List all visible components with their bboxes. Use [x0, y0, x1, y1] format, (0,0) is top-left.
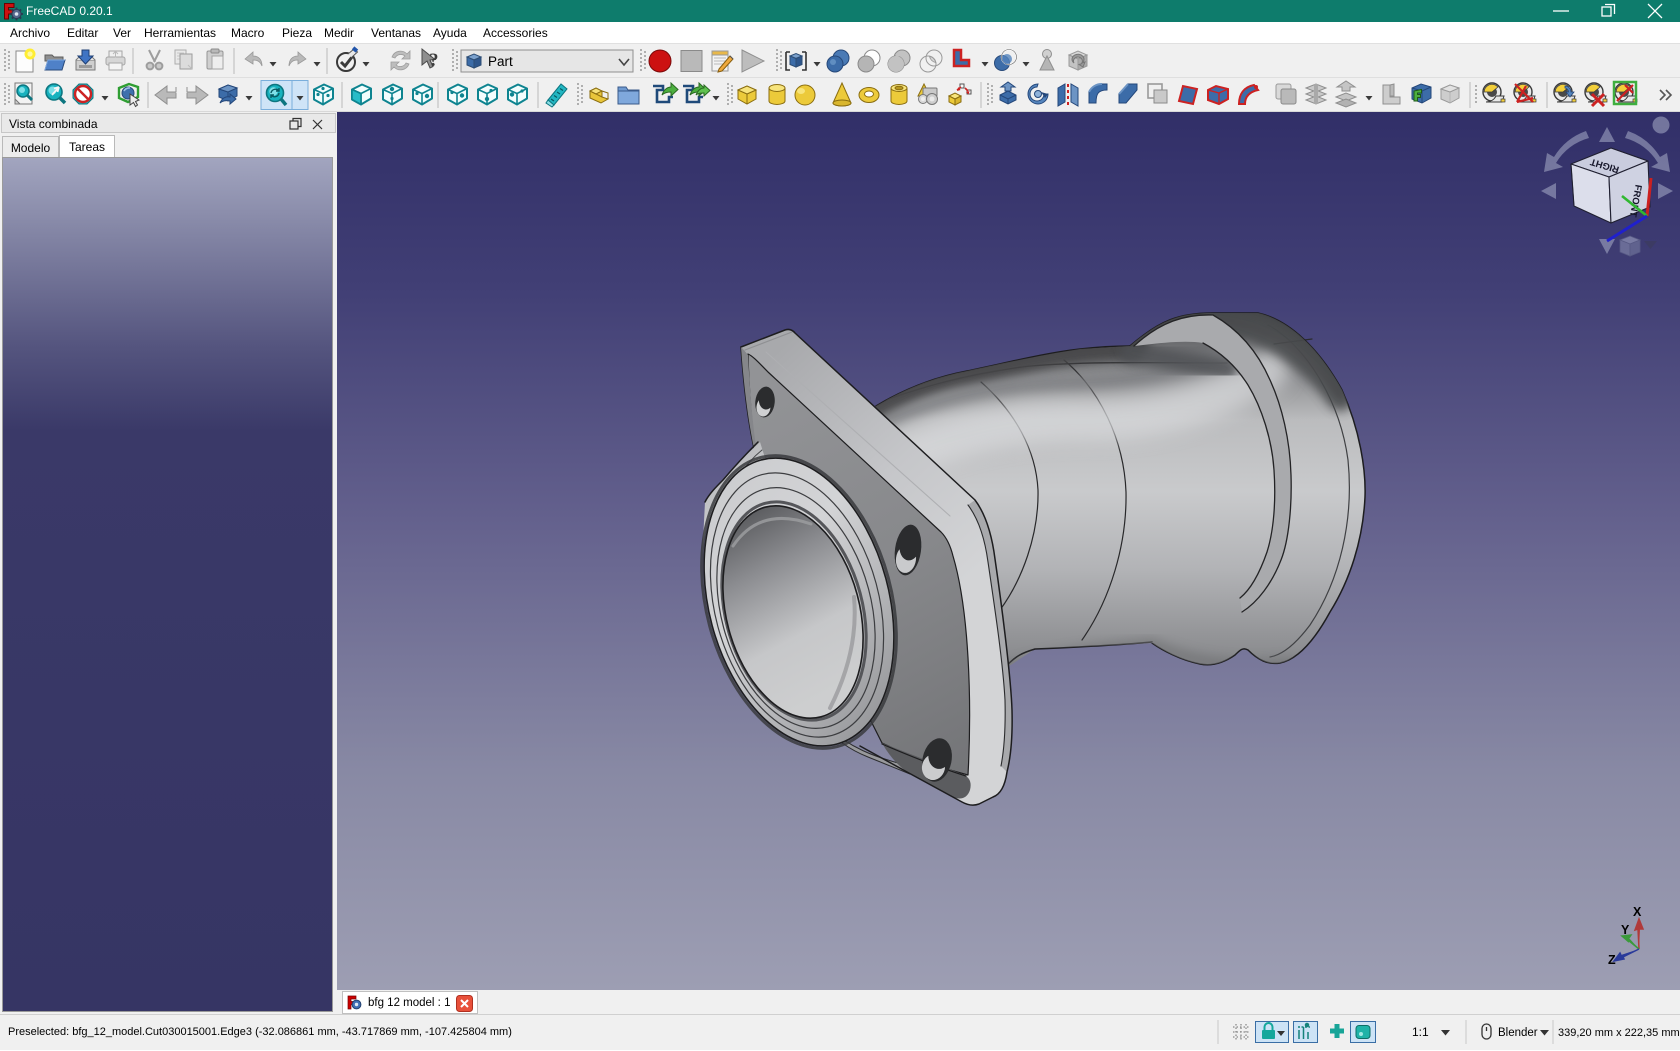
svg-text:339,20 mm x 222,35 mm: 339,20 mm x 222,35 mm [1558, 1027, 1680, 1039]
svg-text:Z: Z [1608, 953, 1616, 967]
svg-text:Part: Part [488, 54, 513, 69]
svg-text:?: ? [429, 50, 439, 71]
svg-text:X: X [1633, 905, 1642, 919]
svg-text:1:1: 1:1 [1412, 1025, 1429, 1039]
svg-text:Blender: Blender [1498, 1027, 1538, 1039]
svg-text:Y: Y [1621, 923, 1630, 937]
